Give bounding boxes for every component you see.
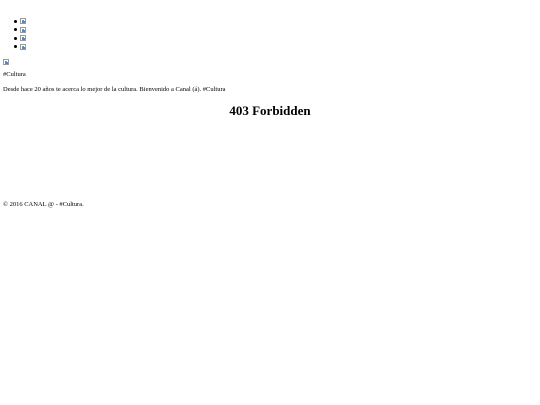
site-intro: Desde hace 20 años te acerca lo mejor de…	[3, 86, 226, 93]
image-placeholder-icon	[3, 59, 9, 65]
image-placeholder-icon[interactable]	[20, 26, 26, 33]
social-links-list	[14, 17, 26, 52]
image-placeholder-icon[interactable]	[20, 18, 26, 24]
footer-copyright: © 2016 CANAL @ - #Cultura.	[3, 201, 84, 208]
social-link-item[interactable]	[14, 17, 26, 26]
bullet-icon	[14, 36, 17, 40]
image-placeholder-icon[interactable]	[20, 43, 26, 50]
social-link-item[interactable]	[14, 34, 26, 43]
bullet-icon	[14, 19, 17, 23]
social-link-item[interactable]	[14, 43, 26, 52]
social-link-item[interactable]	[14, 26, 26, 35]
page-title: 403 Forbidden	[229, 103, 311, 118]
site-tagline: #Cultura	[3, 71, 26, 78]
bullet-icon	[14, 45, 17, 48]
bullet-icon	[14, 28, 17, 31]
page: #Cultura Desde hace 20 años te acerca lo…	[0, 0, 540, 405]
image-placeholder-icon[interactable]	[20, 35, 26, 41]
